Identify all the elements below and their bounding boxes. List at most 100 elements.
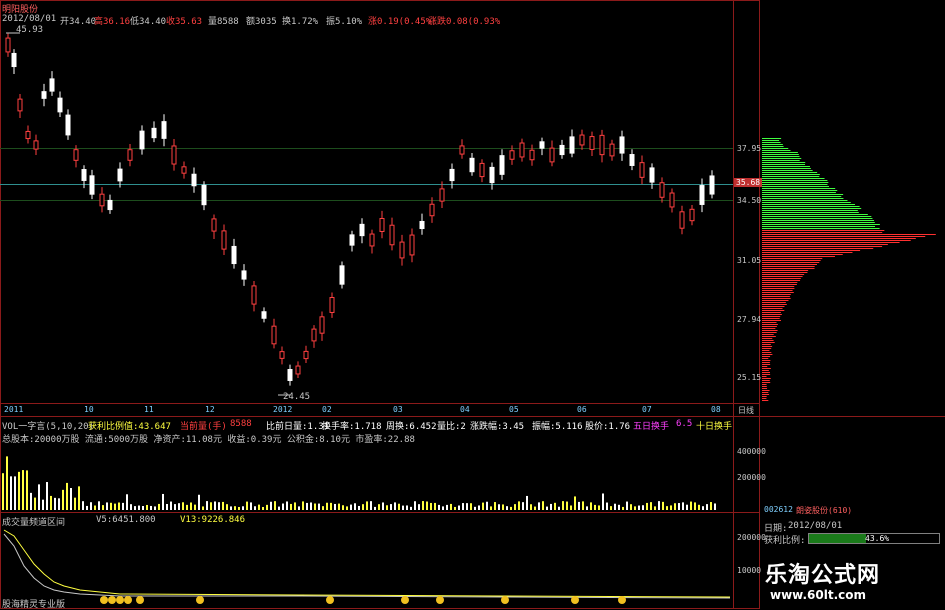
candle-body	[559, 144, 565, 156]
volume-bar	[478, 505, 480, 510]
volume-bar	[270, 501, 272, 510]
volume-bar	[106, 502, 108, 510]
candle-body	[89, 175, 95, 195]
volume-bar	[362, 504, 364, 510]
volume-bar	[342, 505, 344, 510]
volume-bar	[506, 506, 508, 510]
chip-bar	[762, 266, 815, 267]
chip-bar	[762, 210, 858, 211]
v5-line	[3, 533, 731, 599]
volume-bar	[62, 489, 64, 510]
watermark-url[interactable]: www.60lt.com	[770, 588, 866, 602]
candle-body	[669, 192, 675, 208]
volume-bar	[590, 502, 592, 510]
chip-bar	[762, 344, 771, 345]
candle-body	[629, 154, 635, 166]
volume-bar	[298, 506, 300, 510]
volume-bar	[162, 493, 164, 510]
chip-bar	[762, 228, 880, 229]
chip-bar	[762, 216, 872, 217]
volume-bar	[494, 502, 496, 510]
volume-bar	[378, 504, 380, 510]
period-label[interactable]: 日线	[738, 405, 754, 416]
volume-bar	[702, 506, 704, 510]
candle-body	[241, 270, 247, 280]
volume-bar	[150, 505, 152, 510]
volume-bar	[574, 496, 576, 510]
candlestick-chart[interactable]	[0, 25, 733, 403]
volume-bar	[598, 505, 600, 510]
chip-bar	[762, 294, 791, 295]
v5-value: V5:6451.800	[96, 515, 156, 525]
y-tick: 27.94	[737, 315, 762, 324]
volume-bar	[614, 503, 616, 510]
volume-bar	[70, 488, 72, 510]
chip-bar	[762, 244, 888, 245]
candle-body	[379, 218, 385, 232]
smiley-marker	[501, 596, 509, 604]
volume-bar	[550, 503, 552, 510]
volume-bar	[422, 501, 424, 510]
volume-bar	[470, 503, 472, 510]
chip-bar	[762, 212, 859, 213]
chip-bar	[762, 204, 855, 205]
chip-bar	[762, 392, 769, 393]
volume-bar	[618, 504, 620, 510]
volume-bar	[202, 506, 204, 510]
candle-body	[41, 91, 47, 99]
volume-bar	[286, 501, 288, 510]
chip-bar	[762, 298, 791, 299]
volume-bar	[642, 505, 644, 510]
x-tick: 11	[144, 405, 154, 414]
candle-body	[11, 52, 17, 68]
chip-bar	[762, 236, 926, 237]
chip-bar	[762, 224, 880, 225]
volume-bar	[606, 502, 608, 510]
volume-bar	[430, 502, 432, 510]
chip-bar	[762, 214, 868, 215]
volume-bar	[454, 506, 456, 510]
volume-bar	[542, 501, 544, 510]
vol-y-tick: 400000	[737, 447, 766, 456]
vol-indicator-name[interactable]: VOL一字言(5,10,20)	[2, 419, 94, 432]
smiley-marker	[571, 596, 579, 604]
candle-body	[319, 316, 325, 334]
chip-bar	[762, 222, 875, 223]
volume-bar	[558, 506, 560, 510]
y-tick: 31.05	[737, 256, 762, 265]
candle-body	[439, 188, 445, 202]
divider	[0, 416, 945, 417]
volume-bar	[306, 502, 308, 510]
candle-body	[231, 245, 237, 265]
volume-bar	[274, 501, 276, 510]
candle-body	[279, 351, 285, 359]
chip-bar	[762, 264, 818, 265]
chip-bar	[762, 372, 771, 373]
candle-body	[479, 162, 485, 178]
volume-bar	[510, 506, 512, 510]
volume-bar	[142, 505, 144, 510]
candle-body	[599, 134, 605, 156]
chip-bar	[762, 182, 829, 183]
chip-bar	[762, 166, 810, 167]
volume-bar	[66, 482, 68, 510]
chip-bar	[762, 400, 769, 401]
volume-bar	[662, 501, 664, 510]
turnover-indicator-name[interactable]: 成交量频道区间	[2, 515, 65, 528]
volume-bar	[334, 503, 336, 510]
candle-body	[57, 97, 63, 113]
volume-bar	[278, 506, 280, 510]
chip-bar	[762, 316, 781, 317]
volume-bar	[158, 503, 160, 510]
volume-bar	[350, 504, 352, 510]
candle-body	[221, 230, 227, 250]
side-date-value: 2012/08/01	[788, 521, 843, 531]
chip-bar	[762, 370, 769, 371]
volume-bar	[174, 504, 176, 510]
chip-bar	[762, 218, 873, 219]
volume-bar	[110, 502, 112, 510]
volume-bar	[230, 506, 232, 510]
chip-bar	[762, 396, 767, 397]
turn-y-tick: 200000	[737, 533, 766, 542]
chip-bar	[762, 390, 770, 391]
